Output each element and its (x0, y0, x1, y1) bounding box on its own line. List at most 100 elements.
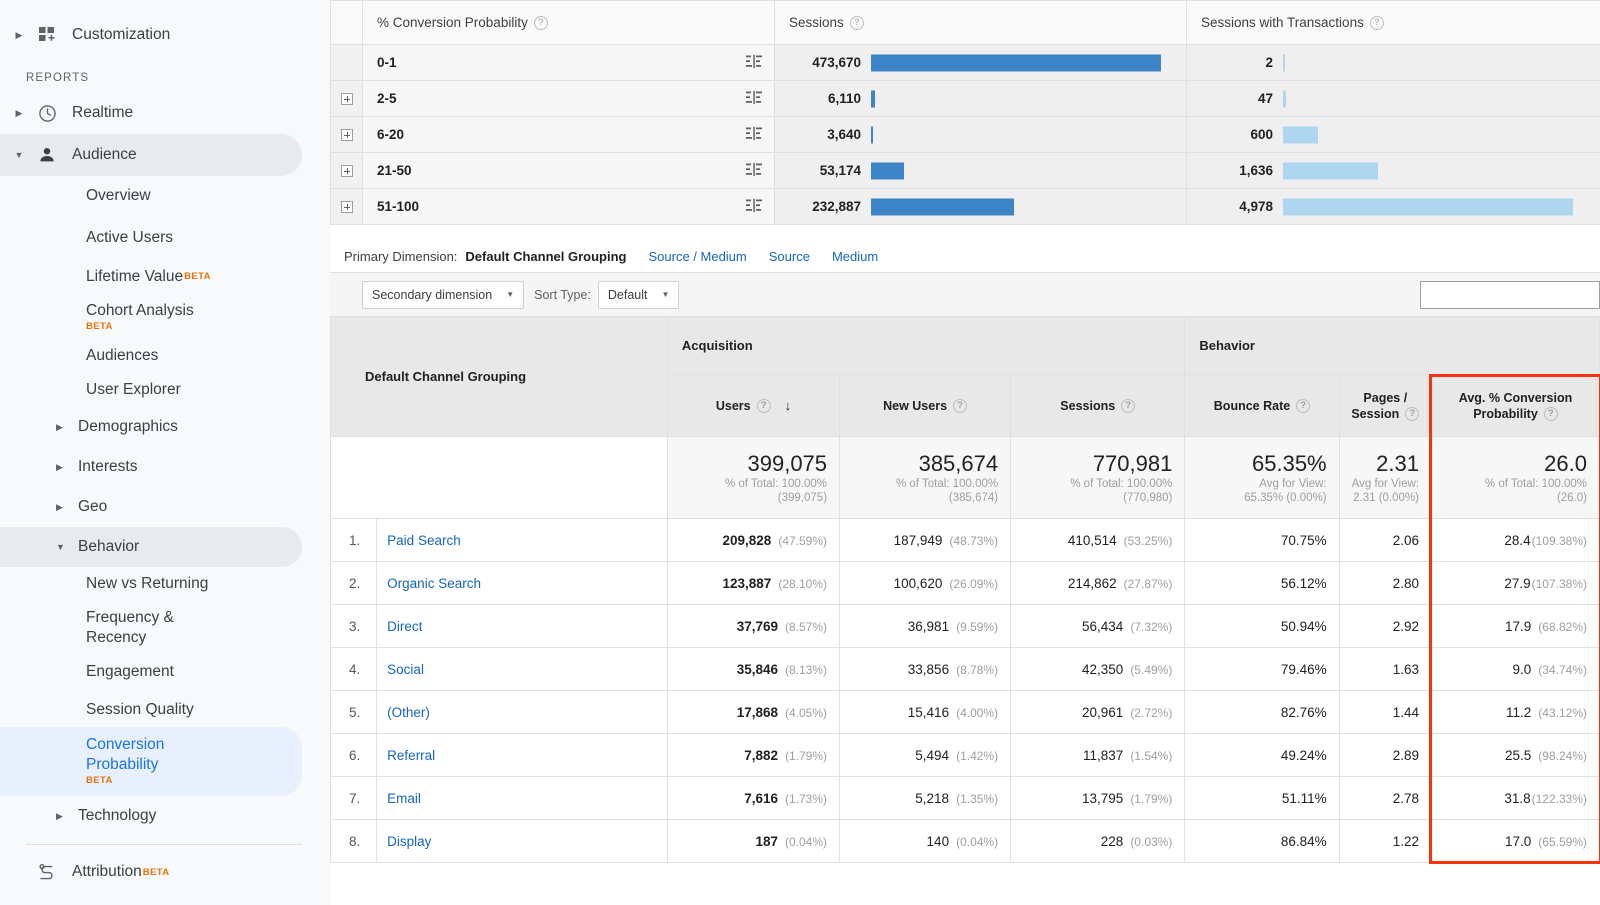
sort-descending-icon[interactable]: ↓ (785, 398, 792, 413)
help-icon[interactable]: ? (953, 399, 967, 413)
channel-link[interactable]: Organic Search (387, 576, 481, 591)
column-header-avg-conversion-probability[interactable]: Avg. % Conversion Probability? (1431, 375, 1599, 437)
sidebar-item-overview[interactable]: Overview (0, 176, 302, 218)
table-row[interactable]: 2-56,11047 (331, 81, 1600, 117)
column-header-sessions[interactable]: Sessions? (1011, 375, 1185, 437)
column-header-bounce-rate[interactable]: Bounce Rate? (1185, 375, 1339, 437)
cell-users: 123,887(28.10%) (667, 562, 839, 605)
channel-link[interactable]: Direct (387, 619, 422, 634)
help-icon[interactable]: ? (1405, 407, 1419, 421)
sidebar-item-new-vs-returning[interactable]: New vs Returning (0, 567, 302, 601)
expand-row-cell[interactable] (331, 81, 363, 117)
channel-link[interactable]: Social (387, 662, 424, 677)
sidebar-item-lifetime-value[interactable]: Lifetime ValueBETA (0, 260, 302, 294)
expand-plus-icon[interactable] (341, 129, 353, 141)
table-row[interactable]: 2.Organic Search123,887(28.10%)100,620(2… (331, 562, 1600, 605)
help-icon[interactable]: ? (757, 399, 771, 413)
sidebar-item-user-explorer[interactable]: User Explorer (0, 373, 302, 407)
transactions-bar (1283, 126, 1318, 143)
collapse-caret-icon[interactable]: ▼ (56, 542, 78, 552)
help-icon[interactable]: ? (850, 16, 864, 30)
channel-link[interactable]: Display (387, 834, 431, 849)
expand-plus-icon[interactable] (341, 201, 353, 213)
row-index: 1. (331, 519, 377, 562)
channel-link[interactable]: Paid Search (387, 533, 461, 548)
sidebar-item-attribution[interactable]: AttributionBETA (0, 851, 302, 893)
table-row[interactable]: 5.(Other)17,868(4.05%)15,416(4.00%)20,96… (331, 691, 1600, 734)
sidebar-group-behavior[interactable]: ▼ Behavior (0, 527, 302, 567)
sidebar-item-conversion-probability[interactable]: Conversion Probability BETA (0, 727, 302, 796)
sidebar-group-technology[interactable]: ▶ Technology (0, 796, 302, 836)
column-header-pages-session[interactable]: Pages / Session? (1339, 375, 1431, 437)
channel-link[interactable]: Email (387, 791, 421, 806)
sidebar-group-demographics[interactable]: ▶ Demographics (0, 407, 302, 447)
transactions-value: 4,978 (1187, 199, 1283, 214)
column-header-new-users[interactable]: New Users? (840, 375, 1011, 437)
expand-plus-icon[interactable] (341, 165, 353, 177)
table-row[interactable]: 4.Social35,846(8.13%)33,856(8.78%)42,350… (331, 648, 1600, 691)
expand-row-cell[interactable] (331, 117, 363, 153)
expand-caret-icon[interactable]: ▶ (8, 109, 30, 118)
bar-chart-icon[interactable] (746, 199, 762, 215)
transactions-cell: 1,636 (1187, 153, 1600, 189)
collapse-caret-icon[interactable]: ▼ (8, 151, 30, 160)
primary-dimension-active[interactable]: Default Channel Grouping (465, 249, 626, 264)
sidebar-group-geo[interactable]: ▶ Geo (0, 487, 302, 527)
expand-row-cell[interactable] (331, 153, 363, 189)
expand-caret-icon[interactable]: ▶ (56, 422, 78, 433)
expand-caret-icon[interactable]: ▶ (56, 502, 78, 513)
search-input[interactable] (1420, 281, 1600, 309)
table-row[interactable]: 7.Email7,616(1.73%)5,218(1.35%)13,795(1.… (331, 777, 1600, 820)
cell-new-users: 15,416(4.00%) (840, 691, 1011, 734)
bar-chart-icon[interactable] (746, 163, 762, 179)
help-icon[interactable]: ? (1296, 399, 1310, 413)
dimension-column-header[interactable]: Default Channel Grouping (331, 317, 668, 437)
sidebar-item-engagement[interactable]: Engagement (0, 655, 302, 689)
sidebar-item-active-users[interactable]: Active Users (0, 218, 302, 260)
table-row[interactable]: 8.Display187(0.04%)140(0.04%)228(0.03%)8… (331, 820, 1600, 863)
table-summary-row: 399,075 % of Total: 100.00% (399,075) 38… (331, 437, 1600, 519)
help-icon[interactable]: ? (1121, 399, 1135, 413)
sidebar-item-frequency-recency[interactable]: Frequency & Recency (0, 601, 302, 655)
expand-caret-icon[interactable]: ▶ (8, 31, 30, 40)
table-row[interactable]: 21-5053,1741,636 (331, 153, 1600, 189)
expand-row-cell[interactable] (331, 189, 363, 225)
transactions-bar (1283, 162, 1378, 179)
cell-pages-session: 1.63 (1339, 648, 1431, 691)
sidebar-group-interests[interactable]: ▶ Interests (0, 447, 302, 487)
sidebar-item-realtime[interactable]: ▶ Realtime (0, 92, 302, 134)
expand-plus-icon[interactable] (341, 93, 353, 105)
help-icon[interactable]: ? (534, 16, 548, 30)
primary-dimension-source-medium[interactable]: Source / Medium (648, 249, 746, 264)
help-icon[interactable]: ? (1370, 16, 1384, 30)
table-row[interactable]: 3.Direct37,769(8.57%)36,981(9.59%)56,434… (331, 605, 1600, 648)
cell-sessions: 20,961(2.72%) (1011, 691, 1185, 734)
sidebar-item-cohort-analysis[interactable]: Cohort Analysis BETA (0, 294, 302, 339)
bar-chart-icon[interactable] (746, 55, 762, 71)
column-header-users[interactable]: Users?↓ (667, 375, 839, 437)
primary-dimension-medium[interactable]: Medium (832, 249, 878, 264)
sidebar-item-customization[interactable]: ▶ Customization (0, 14, 302, 56)
cell-sessions: 228(0.03%) (1011, 820, 1185, 863)
expand-caret-icon[interactable]: ▶ (56, 811, 78, 822)
bar-chart-icon[interactable] (746, 127, 762, 143)
sessions-cell: 3,640 (775, 117, 1187, 153)
sidebar-item-session-quality[interactable]: Session Quality (0, 689, 302, 727)
bar-chart-icon[interactable] (746, 91, 762, 107)
sidebar-item-label: Interests (78, 458, 137, 476)
cell-bounce-rate: 70.75% (1185, 519, 1339, 562)
table-row[interactable]: 6-203,640600 (331, 117, 1600, 153)
table-row[interactable]: 1.Paid Search209,828(47.59%)187,949(48.7… (331, 519, 1600, 562)
secondary-dimension-select[interactable]: Secondary dimension ▼ (362, 281, 524, 309)
sidebar-item-audience[interactable]: ▼ Audience (0, 134, 302, 176)
help-icon[interactable]: ? (1544, 407, 1558, 421)
expand-caret-icon[interactable]: ▶ (56, 462, 78, 473)
primary-dimension-source[interactable]: Source (769, 249, 810, 264)
channel-link[interactable]: Referral (387, 748, 435, 763)
channel-link[interactable]: (Other) (387, 705, 430, 720)
table-row[interactable]: 6.Referral7,882(1.79%)5,494(1.42%)11,837… (331, 734, 1600, 777)
table-row[interactable]: 51-100232,8874,978 (331, 189, 1600, 225)
sort-type-select[interactable]: Default ▼ (598, 281, 680, 309)
table-row[interactable]: 0-1473,6702 (331, 45, 1600, 81)
sidebar-item-audiences[interactable]: Audiences (0, 339, 302, 373)
